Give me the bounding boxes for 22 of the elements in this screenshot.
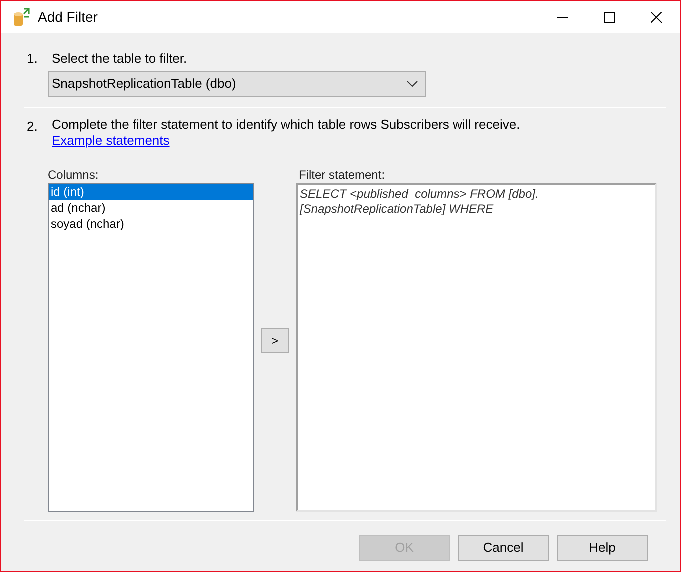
add-column-button[interactable]: > xyxy=(261,328,289,353)
table-dropdown[interactable]: SnapshotReplicationTable (dbo) xyxy=(48,71,426,97)
close-icon xyxy=(650,12,662,22)
minimize-icon xyxy=(556,16,568,18)
example-statements-link[interactable]: Example statements xyxy=(52,133,170,148)
filter-statement-field[interactable]: SELECT <published_columns> FROM [dbo].[SnapshotReplicationTable] WHERE xyxy=(296,183,657,512)
chevron-down-icon xyxy=(407,81,418,87)
column-item[interactable]: ad (nchar) xyxy=(49,200,253,216)
dialog-button[interactable]: Cancel xyxy=(458,535,549,561)
step-label: Select the table to filter. xyxy=(52,50,188,68)
dialog-button[interactable]: Help xyxy=(557,535,648,561)
columns-list[interactable]: id (int) ad (nchar) soyad (nchar) xyxy=(48,183,254,512)
column-item[interactable]: id (int) xyxy=(49,184,253,200)
window-title: Add Filter xyxy=(38,8,98,26)
step-number: 1. xyxy=(26,50,39,68)
database-icon xyxy=(12,7,32,27)
column-item[interactable]: soyad (nchar) xyxy=(49,216,253,232)
step-instructions: Complete the filter statement to identify which table rows Subscribers will receive. Example statements xyxy=(52,117,522,149)
step-number: 2. xyxy=(26,118,39,136)
filter-statement-label: Filter statement: xyxy=(299,167,386,181)
columns-label: Columns: xyxy=(48,167,100,181)
maximize-icon xyxy=(604,12,614,22)
